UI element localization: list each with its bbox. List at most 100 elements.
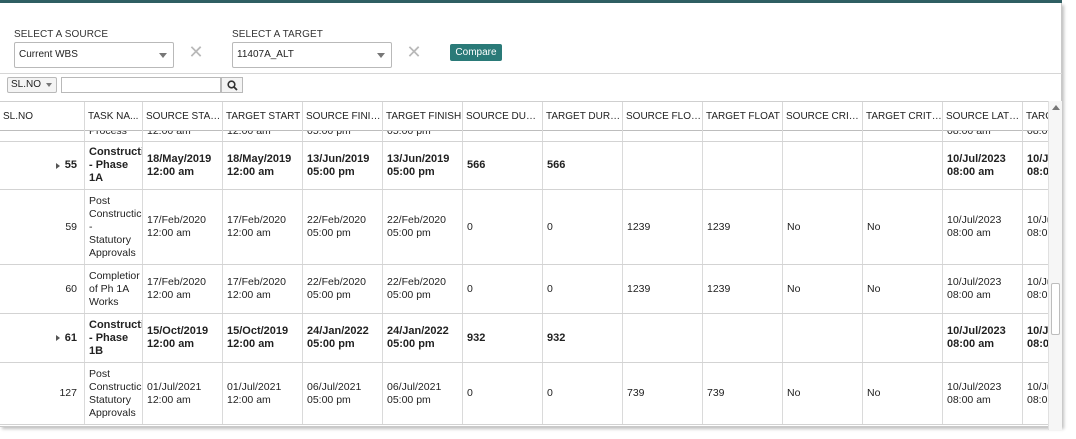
clear-target-icon[interactable]: ✕ [405, 44, 423, 62]
table-cell: 18/May/2019 12:00 am [143, 142, 223, 189]
table-cell: 24/Jan/2022 05:00 pm [303, 314, 383, 362]
cell-text: 22/Feb/2020 05:00 pm [387, 214, 446, 239]
grid-body: Process 12:00 am 12:00 am 05:00 pm 05:00 pm 0… [0, 131, 1048, 430]
table-cell: 0 [463, 265, 543, 313]
cell-text: 0 [467, 220, 473, 233]
divider [0, 73, 1062, 74]
cell-text: 12:00 am [227, 131, 271, 138]
table-cell [703, 131, 783, 141]
table-cell: No [863, 265, 943, 313]
table-cell: 10/Ju 08:0 [1023, 265, 1048, 313]
column-header[interactable]: TASK NA... [85, 102, 143, 131]
source-dropdown[interactable]: Current WBS [14, 42, 174, 68]
cell-text: 1239 [627, 282, 651, 295]
expand-icon[interactable] [55, 335, 60, 341]
table-row[interactable]: 127 Post Constructic Statutory Approvals 0… [0, 363, 1048, 425]
cell-text: 13/Jun/2019 05:00 pm [387, 152, 450, 178]
cell-text: 1239 [627, 220, 651, 233]
column-header[interactable]: SOURCE FLOAT [623, 102, 703, 131]
table-cell [863, 131, 943, 141]
table-cell: No [863, 190, 943, 264]
cell-text: 1239 [707, 220, 731, 233]
cell-text: 01/Jul/2021 12:00 am [147, 380, 202, 406]
target-dropdown[interactable]: 11407A_ALT [232, 42, 392, 68]
cell-text: 15/Oct/2019 12:00 am [227, 325, 289, 350]
column-header[interactable]: TARGET DURA... [543, 102, 623, 131]
column-header[interactable]: SOURCE CRITI... [783, 102, 863, 131]
table-cell: 61 [0, 314, 85, 362]
scroll-up-icon[interactable] [1052, 105, 1060, 110]
cell-text: 1239 [707, 282, 731, 295]
column-header[interactable]: SOURCE DURA... [463, 102, 543, 131]
table-row[interactable]: 61Constructic - Phase 1B15/Oct/2019 12:0… [0, 314, 1048, 363]
chevron-down-icon [46, 83, 52, 87]
table-cell: 10/Jul/2023 08:00 am [943, 363, 1023, 424]
cell-text: 17/Feb/2020 12:00 am [227, 276, 286, 301]
scrollbar-thumb[interactable] [1051, 283, 1060, 335]
source-label: SELECT A SOURCE [14, 29, 109, 40]
cell-text: 01/Jul/2021 12:00 am [227, 380, 282, 406]
table-cell [0, 131, 85, 141]
column-header[interactable]: SOURCE START [143, 102, 223, 131]
cell-text: 10/Jul/2023 08:00 am [947, 380, 1002, 406]
cell-text: 10/Jul/2023 08:00 am [947, 325, 1006, 350]
table-row[interactable]: 59 Post Constructic - Statutory Approvals… [0, 190, 1048, 265]
column-header[interactable]: SL.NO [0, 102, 85, 131]
table-cell: 60 [0, 265, 85, 313]
cell-text: Constructic - Phase 1B [89, 318, 142, 357]
cell-text: 10/Jul/2023 08:00 am [947, 214, 1002, 239]
table-cell: 17/Feb/2020 12:00 am [143, 265, 223, 313]
table-cell: 22/Feb/2020 05:00 pm [383, 265, 463, 313]
table-cell: 1239 [703, 265, 783, 313]
table-row[interactable]: Process 12:00 am 12:00 am 05:00 pm 05:00 pm 0… [0, 131, 1048, 142]
search-field-select[interactable]: SL.NO [7, 77, 57, 93]
table-cell: 1239 [623, 265, 703, 313]
table-cell: 22/Feb/2020 05:00 pm [303, 190, 383, 264]
table-cell: 01/Jul/2021 12:00 am [143, 363, 223, 424]
table-row[interactable]: 60 Completior of Ph 1A Works 17/Feb/2020 1… [0, 265, 1048, 314]
table-cell: Process [85, 131, 143, 141]
cell-text: 17/Feb/2020 12:00 am [147, 214, 206, 239]
compare-button[interactable]: Compare [450, 44, 502, 61]
target-dropdown-value: 11407A_ALT [237, 49, 294, 60]
column-header[interactable]: SOURCE LATE ... [943, 102, 1023, 131]
search-input[interactable] [61, 77, 221, 93]
column-header[interactable]: SOURCE FINISH [303, 102, 383, 131]
search-button[interactable] [221, 77, 243, 93]
table-row[interactable]: 55Constructic - Phase 1A18/May/2019 12:0… [0, 142, 1048, 190]
column-header[interactable]: TARGET FINISH [383, 102, 463, 131]
table-cell: 01/Jul/2021 12:00 am [223, 363, 303, 424]
table-cell: No [783, 265, 863, 313]
cell-text: 127 [59, 387, 77, 399]
cell-text: 12:00 am [147, 131, 191, 138]
table-cell: 05:00 pm [383, 131, 463, 141]
table-cell: 10/Ju 08:0 [1023, 314, 1048, 362]
expand-icon[interactable] [55, 162, 60, 169]
cell-text: 10/Ju 08:0 [1027, 380, 1048, 406]
table-cell: 10/Ju 08:0 [1023, 190, 1048, 264]
table-cell: 1239 [703, 190, 783, 264]
cell-text: Post Constructic - Statutory Approvals [89, 194, 142, 259]
vertical-scrollbar[interactable] [1048, 101, 1062, 430]
cell-text: 0 [467, 282, 473, 295]
column-header[interactable]: TARGET CRITI... [863, 102, 943, 131]
table-cell: 06/Jul/2021 05:00 pm [303, 363, 383, 424]
table-cell: 06/Jul/2021 05:00 pm [383, 363, 463, 424]
table-cell [703, 314, 783, 362]
column-header[interactable]: TARGET START [223, 102, 303, 131]
cell-text: 0 [547, 220, 553, 233]
table-cell: 18/May/2019 12:00 am [223, 142, 303, 189]
table-cell: 932 [463, 314, 543, 362]
cell-text: 22/Feb/2020 05:00 pm [307, 214, 366, 239]
table-cell: Constructic - Phase 1B [85, 314, 143, 362]
clear-source-icon[interactable]: ✕ [187, 44, 205, 62]
table-cell: 739 [623, 363, 703, 424]
cell-text: 61 [64, 331, 77, 344]
table-cell: 15/Oct/2019 12:00 am [143, 314, 223, 362]
table-cell: 127 [0, 363, 85, 424]
cell-text: 08:00 am [947, 131, 991, 138]
table-cell: 17/Feb/2020 12:00 am [223, 265, 303, 313]
cell-text: Constructic - Phase 1A [89, 146, 142, 184]
column-header[interactable]: TARGET FLOAT [703, 102, 783, 131]
table-cell: 22/Feb/2020 05:00 pm [303, 265, 383, 313]
